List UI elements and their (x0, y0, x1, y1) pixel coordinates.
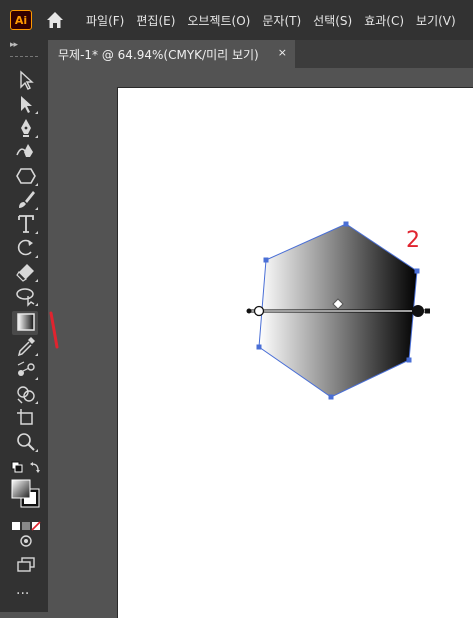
menu-edit[interactable]: 편집(E) (136, 12, 175, 29)
document-tab-title: 무제-1* @ 64.94%(CMYK/미리 보기) (58, 47, 259, 62)
paintbrush-tool-icon[interactable] (14, 189, 38, 211)
menu-file[interactable]: 파일(F) (86, 12, 124, 29)
collapse-toolbar-icon[interactable]: ▸▸ (10, 40, 18, 50)
tools-panel: ▸▸ ··· (0, 40, 48, 612)
artboard-canvas[interactable] (117, 87, 473, 618)
fill-stroke-swatches[interactable] (10, 478, 42, 510)
color-mode-buttons[interactable] (12, 516, 42, 531)
menu-object[interactable]: 오브젝트(O) (187, 12, 250, 29)
artboard-tool-icon[interactable] (14, 407, 38, 429)
draw-mode-icon[interactable] (14, 530, 38, 552)
curvature-tool-icon[interactable] (14, 141, 38, 163)
eraser-tool-icon[interactable] (14, 261, 38, 283)
type-tool-icon[interactable] (14, 213, 38, 235)
gradient-tool-icon[interactable] (14, 311, 38, 333)
eyedropper-tool-icon[interactable] (14, 335, 38, 357)
zoom-tool-icon[interactable] (14, 431, 38, 453)
illustrator-logo: Ai (10, 10, 32, 30)
shape-builder-tool-icon[interactable] (14, 383, 38, 405)
document-tab[interactable]: 무제-1* @ 64.94%(CMYK/미리 보기) × (48, 40, 295, 68)
annotation-number-two: 2 (406, 228, 420, 253)
logo-text: Ai (14, 13, 28, 27)
red-annotation-mark (49, 311, 59, 349)
direct-selection-tool-icon[interactable] (14, 93, 38, 115)
polygon-tool-icon[interactable] (14, 165, 38, 187)
selection-tool-icon[interactable] (14, 69, 38, 91)
document-tab-bar: 무제-1* @ 64.94%(CMYK/미리 보기) × (48, 40, 473, 68)
screen-mode-icon[interactable] (14, 554, 38, 576)
fill-stroke-swap-controls (10, 460, 42, 474)
lasso-tool-icon[interactable] (14, 285, 38, 307)
blend-tool-icon[interactable] (14, 359, 38, 381)
menu-type[interactable]: 문자(T) (262, 12, 301, 29)
close-icon[interactable]: × (278, 46, 287, 59)
rotate-tool-icon[interactable] (14, 237, 38, 259)
menu-bar: Ai 파일(F) 편집(E) 오브젝트(O) 문자(T) 선택(S) 효과(C)… (0, 0, 473, 40)
toolbar-divider (10, 56, 38, 58)
menu-effect[interactable]: 효과(C) (364, 12, 404, 29)
pen-tool-icon[interactable] (14, 117, 38, 139)
menu-select[interactable]: 선택(S) (313, 12, 352, 29)
home-icon[interactable] (44, 9, 66, 31)
menu-view[interactable]: 보기(V) (416, 12, 456, 29)
more-tools-button[interactable]: ··· (16, 586, 29, 602)
